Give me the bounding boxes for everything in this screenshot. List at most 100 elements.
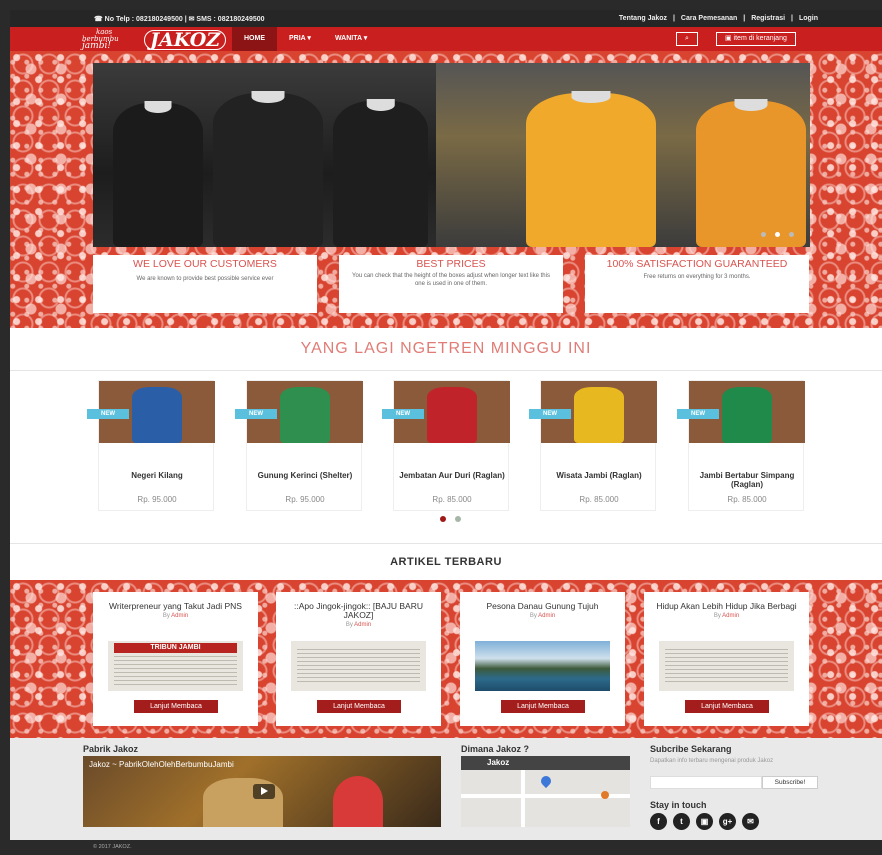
trending-title: YANG LAGI NGETREN MINGGU INI bbox=[300, 340, 592, 357]
product-name[interactable]: Wisata Jambi (Raglan) bbox=[541, 471, 657, 481]
product-price: Rp. 85.000 bbox=[727, 495, 767, 504]
product-name[interactable]: Jembatan Aur Duri (Raglan) bbox=[394, 471, 510, 481]
tshirt-image bbox=[427, 387, 477, 443]
product-card[interactable]: NEW Wisata Jambi (Raglan) Rp. 85.000 bbox=[529, 380, 657, 511]
tshirt-image bbox=[213, 93, 323, 247]
product-name[interactable]: Jambi Bertabur Simpang (Raglan) bbox=[689, 471, 805, 489]
slider-dot[interactable] bbox=[789, 232, 794, 237]
divider bbox=[10, 543, 882, 544]
divider: | bbox=[672, 15, 675, 22]
top-link-order-guide[interactable]: Cara Pemesanan bbox=[681, 15, 737, 22]
articles-title: ARTIKEL TERBARU bbox=[390, 556, 502, 568]
carousel-dot[interactable] bbox=[455, 516, 461, 522]
product-card[interactable]: NEW Gunung Kerinci (Shelter) Rp. 95.000 bbox=[235, 380, 363, 511]
product-card[interactable]: NEW Negeri Kilang Rp. 95.000 bbox=[87, 380, 215, 511]
article-title[interactable]: Pesona Danau Gunung Tujuh bbox=[460, 602, 625, 611]
social-icons: f t ▣ g+ ✉ bbox=[650, 813, 759, 830]
article-author[interactable]: Admin bbox=[171, 613, 188, 619]
product-card[interactable]: NEW Jembatan Aur Duri (Raglan) Rp. 85.00… bbox=[382, 380, 510, 511]
feature-text: You can check that the height of the box… bbox=[352, 273, 550, 287]
footer-factory-title: Pabrik Jakoz bbox=[83, 744, 139, 754]
email-icon[interactable]: ✉ bbox=[742, 813, 759, 830]
read-more-button[interactable]: Lanjut Membaca bbox=[134, 700, 218, 713]
new-badge: NEW bbox=[529, 409, 571, 419]
top-link-about[interactable]: Tentang Jakoz bbox=[619, 15, 667, 22]
feature-text: We are known to provide best possible se… bbox=[136, 276, 274, 282]
tshirt-image bbox=[113, 103, 203, 247]
feature-title: 100% SATISFACTION GUARANTEED bbox=[606, 258, 788, 270]
google-plus-icon[interactable]: g+ bbox=[719, 813, 736, 830]
article-thumbnail[interactable] bbox=[475, 641, 610, 691]
product-name[interactable]: Gunung Kerinci (Shelter) bbox=[247, 471, 363, 481]
read-more-button[interactable]: Lanjut Membaca bbox=[317, 700, 401, 713]
article-title[interactable]: Writerpreneur yang Takut Jadi PNS bbox=[93, 602, 258, 611]
video-title[interactable]: Jakoz ~ PabrikOlehOlehBerbumbuJambi bbox=[89, 760, 234, 769]
read-more-button[interactable]: Lanjut Membaca bbox=[685, 700, 769, 713]
article-thumbnail[interactable]: TRIBUN JAMBI bbox=[108, 641, 243, 691]
new-badge: NEW bbox=[235, 409, 277, 419]
image-slider[interactable] bbox=[93, 63, 810, 247]
feature-box-customers: WE LOVE OUR CUSTOMERS We are known to pr… bbox=[93, 255, 317, 313]
top-link-register[interactable]: Registrasi bbox=[751, 15, 785, 22]
newspaper-text bbox=[665, 649, 788, 685]
footer: Pabrik Jakoz Jakoz ~ PabrikOlehOlehBerbu… bbox=[10, 738, 882, 840]
article-byline: By Admin bbox=[93, 613, 258, 619]
cart-button[interactable]: ▣ item di keranjang bbox=[716, 32, 796, 46]
divider: | bbox=[743, 15, 746, 22]
instagram-icon[interactable]: ▣ bbox=[696, 813, 713, 830]
article-byline: By Admin bbox=[644, 613, 809, 619]
video-scene bbox=[333, 776, 383, 827]
article-author[interactable]: Admin bbox=[354, 622, 371, 628]
tshirt-image bbox=[696, 101, 806, 247]
slider-dot-active[interactable] bbox=[775, 232, 780, 237]
article-author[interactable]: Admin bbox=[538, 613, 555, 619]
footer-subscribe-title: Subcribe Sekarang bbox=[650, 744, 732, 754]
newspaper-masthead: TRIBUN JAMBI bbox=[114, 643, 237, 653]
product-card[interactable]: NEW Jambi Bertabur Simpang (Raglan) Rp. … bbox=[677, 380, 805, 511]
feature-text: Free returns on everything for 3 months. bbox=[643, 274, 751, 280]
play-icon[interactable] bbox=[253, 784, 275, 799]
slide-image-right bbox=[436, 63, 810, 247]
tshirt-image bbox=[526, 93, 656, 247]
tshirt-image bbox=[132, 387, 182, 443]
article-title[interactable]: Hidup Akan Lebih Hidup Jika Berbagi bbox=[644, 602, 809, 611]
article-byline: By Admin bbox=[460, 613, 625, 619]
map-marker-icon[interactable] bbox=[538, 773, 554, 789]
article-thumbnail[interactable] bbox=[291, 641, 426, 691]
article-card: Hidup Akan Lebih Hidup Jika Berbagi By A… bbox=[644, 592, 809, 726]
copyright: © 2017 JAKOZ. bbox=[10, 840, 882, 855]
carousel-dots[interactable] bbox=[440, 516, 461, 522]
new-badge: NEW bbox=[677, 409, 719, 419]
product-name[interactable]: Negeri Kilang bbox=[99, 471, 215, 481]
new-badge: NEW bbox=[382, 409, 424, 419]
google-map[interactable]: Jakoz bbox=[461, 756, 630, 827]
article-author[interactable]: Admin bbox=[722, 613, 739, 619]
divider: | bbox=[791, 15, 793, 22]
nav-links: HOME PRIA ▾ WANITA ▾ bbox=[232, 27, 379, 51]
new-badge: NEW bbox=[87, 409, 129, 419]
slide-image-left bbox=[93, 63, 436, 247]
article-thumbnail[interactable] bbox=[659, 641, 794, 691]
nav-pria[interactable]: PRIA ▾ bbox=[277, 27, 323, 51]
facebook-icon[interactable]: f bbox=[650, 813, 667, 830]
product-price: Rp. 85.000 bbox=[579, 495, 619, 504]
tshirt-image bbox=[574, 387, 624, 443]
slider-dot[interactable] bbox=[761, 232, 766, 237]
youtube-video[interactable]: Jakoz ~ PabrikOlehOlehBerbumbuJambi bbox=[83, 756, 441, 827]
read-more-button[interactable]: Lanjut Membaca bbox=[501, 700, 585, 713]
carousel-dot-active[interactable] bbox=[440, 516, 446, 522]
nav-wanita[interactable]: WANITA ▾ bbox=[323, 27, 379, 51]
byline-label: By bbox=[529, 613, 537, 619]
product-price: Rp. 95.000 bbox=[137, 495, 177, 504]
product-price: Rp. 85.000 bbox=[432, 495, 472, 504]
top-link-login[interactable]: Login bbox=[799, 15, 818, 22]
site-logo[interactable]: kaos berbumbu jambi! JAKOZ bbox=[82, 29, 227, 51]
subscribe-button[interactable]: Subscribe! bbox=[762, 776, 818, 789]
byline-label: By bbox=[713, 613, 721, 619]
search-button[interactable]: ⌕ bbox=[676, 32, 698, 46]
nav-home[interactable]: HOME bbox=[232, 27, 277, 51]
subscribe-email-input[interactable] bbox=[650, 776, 762, 789]
slider-dots[interactable] bbox=[761, 232, 794, 237]
article-title[interactable]: ::Apo Jingok-jingok:: [BAJU BARU JAKOZ] bbox=[276, 602, 441, 620]
twitter-icon[interactable]: t bbox=[673, 813, 690, 830]
